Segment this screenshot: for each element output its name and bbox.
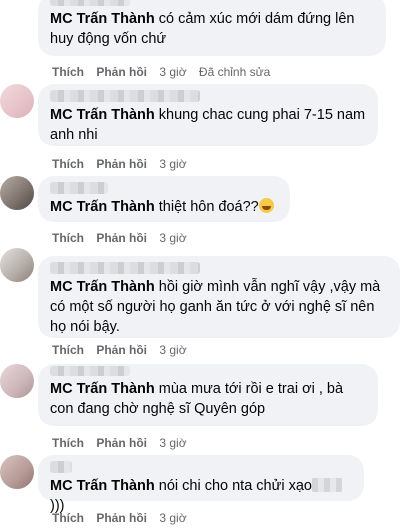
comment-text: MC Trấn Thành khung chac cung phai 7-15 … [50, 105, 366, 145]
timestamp[interactable]: 3 giờ [159, 65, 186, 79]
comment-bubble[interactable]: MC Trấn Thành mùa mưa tới rồi e trai ơi … [38, 364, 378, 426]
reply-button[interactable]: Phản hồi [96, 231, 147, 245]
author-name-blurred [50, 0, 130, 6]
like-button[interactable]: Thích [52, 231, 84, 245]
reply-button[interactable]: Phản hồi [96, 65, 147, 79]
comment-bubble[interactable]: MC Trấn Thành có cảm xúc mới dám đứng lê… [38, 0, 386, 56]
timestamp[interactable]: 3 giờ [159, 157, 186, 171]
comment-actions: Thích Phản hồi 3 giờ [52, 343, 196, 357]
mention-tag[interactable]: MC Trấn Thành [50, 381, 155, 397]
reply-button[interactable]: Phản hồi [96, 436, 147, 450]
reply-button[interactable]: Phản hồi [96, 511, 147, 525]
timestamp[interactable]: 3 giờ [159, 343, 186, 357]
grinning-sweat-emoji [258, 198, 274, 213]
like-button[interactable]: Thích [52, 436, 84, 450]
censored-word [311, 478, 342, 492]
comment-actions: Thích Phản hồi 3 giờ Đã chỉnh sửa [52, 65, 279, 79]
timestamp[interactable]: 3 giờ [159, 231, 186, 245]
comment-bubble[interactable]: MC Trấn Thành nói chi cho nta chửi xạo )… [38, 455, 364, 514]
comment-text: MC Trấn Thành nói chi cho nta chửi xạo )… [50, 476, 352, 516]
comment-body: thiệt hôn đoá?? [154, 199, 259, 215]
edited-label: Đã chỉnh sửa [198, 65, 271, 79]
avatar[interactable] [0, 364, 34, 398]
comment-text: MC Trấn Thành có cảm xúc mới dám đứng lê… [50, 9, 374, 49]
mention-tag[interactable]: MC Trấn Thành [50, 279, 155, 295]
mention-tag[interactable]: MC Trấn Thành [50, 478, 155, 494]
mention-tag[interactable]: MC Trấn Thành [50, 11, 155, 27]
comment-actions: Thích Phản hồi 3 giờ [52, 231, 196, 245]
timestamp[interactable]: 3 giờ [159, 436, 186, 450]
avatar[interactable] [0, 84, 34, 118]
comment-text: MC Trấn Thành hồi giờ mình vẫn nghĩ vậy … [50, 277, 388, 337]
like-button[interactable]: Thích [52, 65, 84, 79]
comment-text: MC Trấn Thành mùa mưa tới rồi e trai ơi … [50, 379, 366, 419]
like-button[interactable]: Thích [52, 157, 84, 171]
mention-tag[interactable]: MC Trấn Thành [50, 199, 155, 215]
like-button[interactable]: Thích [52, 511, 84, 525]
comment-actions: Thích Phản hồi 3 giờ [52, 436, 196, 450]
reply-button[interactable]: Phản hồi [96, 157, 147, 171]
timestamp[interactable]: 3 giờ [159, 511, 186, 525]
comment-actions: Thích Phản hồi 3 giờ [52, 511, 196, 525]
like-button[interactable]: Thích [52, 343, 84, 357]
author-name-blurred [50, 366, 130, 376]
avatar[interactable] [0, 176, 34, 210]
author-name-blurred [50, 262, 200, 274]
comment-body: nói chi cho nta chửi xạo [154, 478, 312, 494]
comment-text: MC Trấn Thành thiệt hôn đoá?? [50, 197, 278, 217]
avatar[interactable] [0, 455, 34, 489]
author-name-blurred [50, 90, 200, 102]
comment-bubble[interactable]: MC Trấn Thành hồi giờ mình vẫn nghĩ vậy … [38, 256, 400, 338]
avatar[interactable] [0, 248, 34, 282]
reply-button[interactable]: Phản hồi [96, 343, 147, 357]
comment-bubble[interactable]: MC Trấn Thành thiệt hôn đoá?? [38, 176, 290, 222]
author-name-blurred [50, 182, 108, 194]
comment-bubble[interactable]: MC Trấn Thành khung chac cung phai 7-15 … [38, 84, 378, 146]
comment-actions: Thích Phản hồi 3 giờ [52, 157, 196, 171]
author-name-blurred [50, 461, 72, 473]
mention-tag[interactable]: MC Trấn Thành [50, 107, 155, 123]
